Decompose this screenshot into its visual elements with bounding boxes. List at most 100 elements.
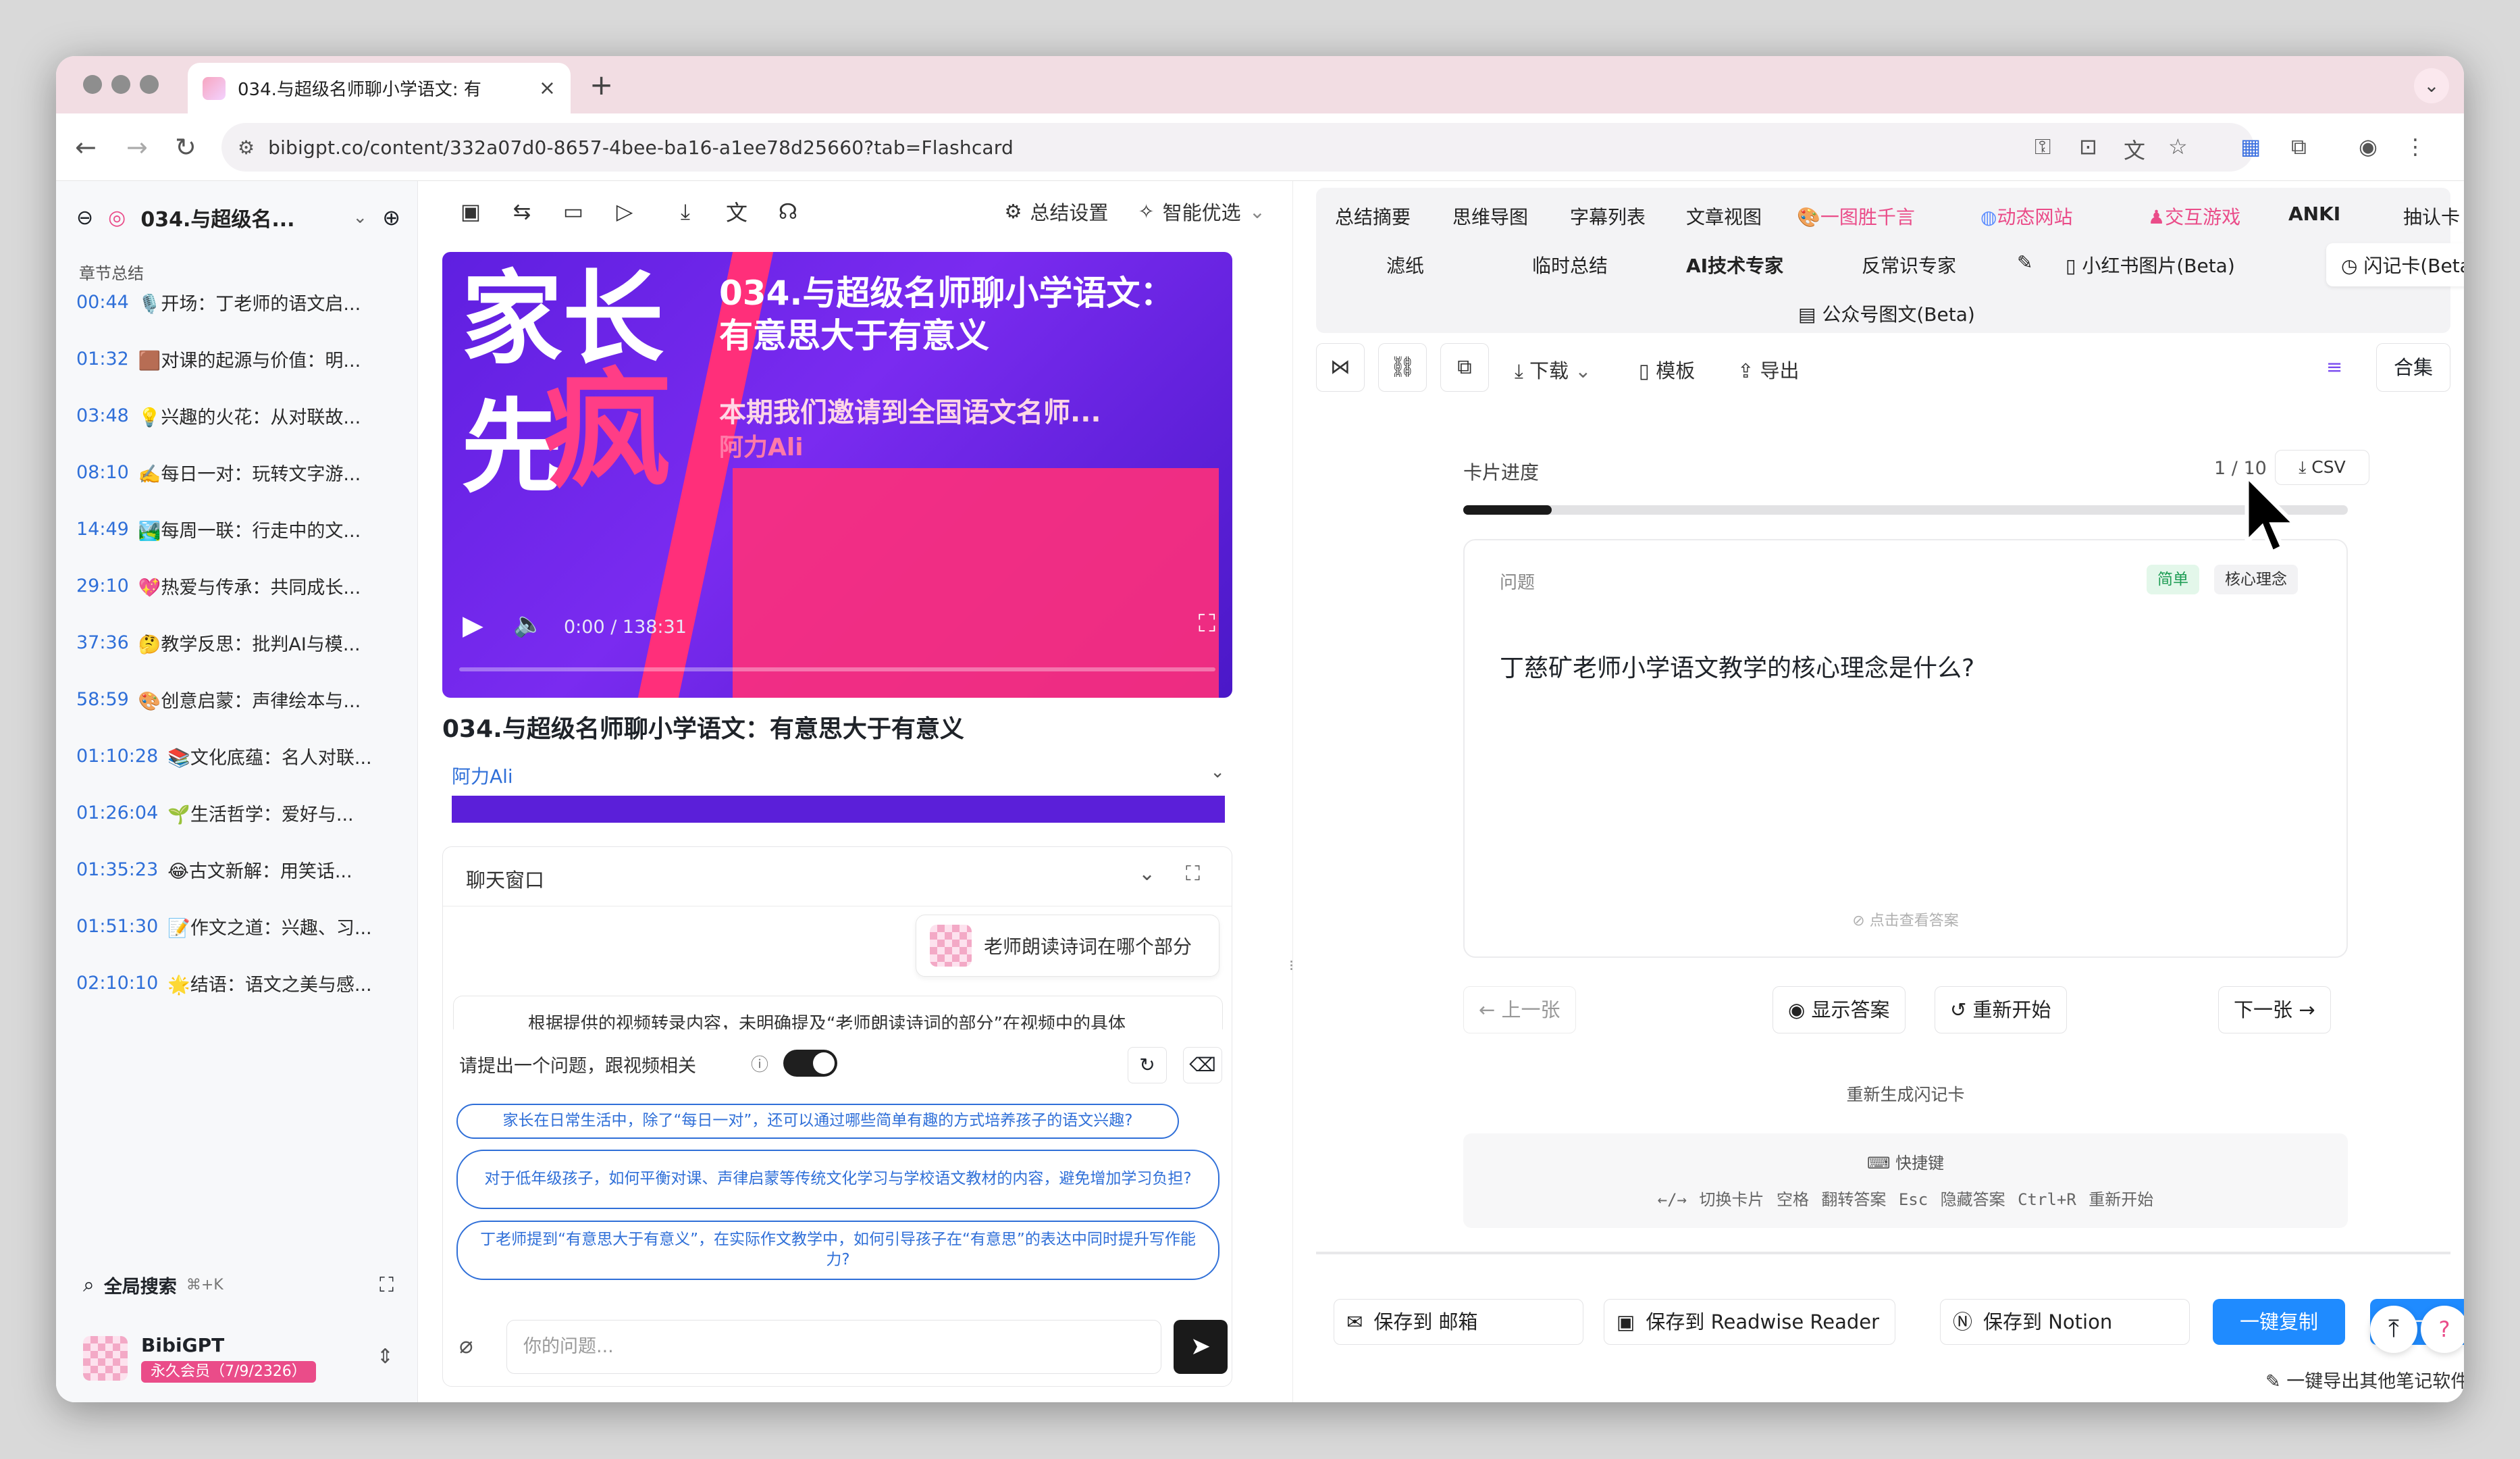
help-icon[interactable]: ? [2421,1306,2464,1353]
info-icon[interactable]: ⓘ [751,1051,768,1076]
window-close-dot[interactable] [83,75,102,94]
chapter-item[interactable]: 02:10:10 🌟结语：语文之美与感... [76,958,407,1007]
copy-icon[interactable]: ⧉ [1440,343,1489,392]
chapter-item[interactable]: 01:10:28 📚文化底蕴：名人对联... [76,732,407,780]
author-link[interactable]: 阿力Ali [452,765,513,788]
fullscreen-icon[interactable]: ⛶ [1186,862,1200,886]
smart-pick-button[interactable]: ✧ 智能优选 ⌄ [1138,197,1265,226]
play-icon[interactable]: ▶ [463,610,483,641]
chevron-down-icon[interactable]: ⌄ [2414,68,2449,103]
chapter-item[interactable]: 01:51:30 📝作文之道：兴趣、习... [76,902,407,950]
export-button[interactable]: ⇪ 导出 [1737,355,1800,384]
tab-filter[interactable]: 滤纸 [1386,251,1424,278]
user-card[interactable]: BibiGPT 永久会员（7/9/2326） ⇕ [83,1333,400,1387]
sidebar-title[interactable]: 034.与超级名... [140,203,338,232]
window-minimize-dot[interactable] [111,75,130,94]
show-answer-button[interactable]: ◉ 显示答案 [1773,986,1906,1033]
fullscreen-icon[interactable]: ⛶ [1199,610,1215,638]
chapter-item[interactable]: 03:48 💡兴趣的火花：从对联故... [76,391,407,440]
chapter-item[interactable]: 37:36 🤔教学反思：批判AI与模... [76,618,407,667]
more-menu-icon[interactable]: ⋮ [2405,134,2426,159]
sidebar-toggle-icon[interactable]: ▣ [445,199,496,224]
tab-infographic[interactable]: 🎨一图胜千言 [1797,203,1915,230]
swap-icon[interactable]: ⇆ [496,199,548,224]
suggestion-chip[interactable]: 对于低年级孩子，如何平衡对课、声律启蒙等传统文化学习与学校语文教材的内容，避免增… [456,1150,1219,1209]
tab-flash-memory[interactable]: ◷ 闪记卡(Beta) [2326,243,2464,286]
refresh-icon[interactable]: ↻ [1128,1047,1167,1083]
tab-article[interactable]: 文章视图 [1686,203,1762,230]
new-tab-icon[interactable]: + [589,68,613,101]
tab-mindmap[interactable]: 思维导图 [1452,203,1528,230]
chapter-item[interactable]: 29:10 💖热爱与传承：共同成长... [76,561,407,610]
add-circle-icon[interactable]: ⊕ [382,205,400,230]
tab-anki[interactable]: ANKI [2288,203,2340,225]
template-button[interactable]: ▯ 模板 [1639,355,1695,384]
profile-icon[interactable]: ◉ [2359,134,2378,159]
restart-button[interactable]: ↺ 重新开始 [1935,986,2067,1033]
window-zoom-dot[interactable] [140,75,159,94]
url-field[interactable]: ⚙ bibigpt.co/content/332a07d0-8657-4bee-… [221,123,2254,172]
eraser-icon[interactable]: ⌫ [1183,1047,1222,1083]
download-button[interactable]: ⤓ 下载 ⌄ [1515,355,1592,384]
fullscreen-icon[interactable]: ⛶ [379,1273,394,1297]
chat-input[interactable]: 你的问题... [506,1320,1161,1374]
outline-icon[interactable]: ≡ [2326,355,2342,378]
reveal-hint[interactable]: ⊘ 点击查看答案 [1465,908,2346,930]
scroll-top-icon[interactable]: ⤒ [2370,1306,2417,1353]
tab-website[interactable]: ◍动态网站 [1980,203,2072,230]
suggestion-chip[interactable]: 家长在日常生活中，除了“每日一对”，还可以通过哪些简单有趣的方式培养孩子的语文兴… [456,1104,1179,1139]
collection-button[interactable]: 合集 [2376,343,2450,392]
tab-temp-summary[interactable]: 临时总结 [1532,251,1608,278]
install-icon[interactable]: ⊡ [2079,134,2097,159]
puzzle-icon[interactable]: ⧉ [2291,134,2307,160]
key-icon[interactable]: ⚿ [2035,134,2051,160]
browser-tab[interactable]: 034.与超级名师聊小学语文: 有 × [188,63,571,113]
chapter-item[interactable]: 08:10 ✍️每日一对：玩转文字游... [76,448,407,496]
send-icon[interactable]: ➤ [1174,1320,1228,1374]
tab-summary[interactable]: 总结摘要 [1335,203,1411,230]
suggestion-chip[interactable]: 丁老师提到“有意思大于有意义”，在实际作文教学中，如何引导孩子在“有意思”的表达… [456,1221,1219,1280]
share-icon[interactable]: ⋈ [1316,343,1365,392]
reload-icon[interactable]: ↻ [175,132,196,162]
tab-flashcards[interactable]: 抽认卡 [2403,203,2460,230]
prev-button[interactable]: ← 上一张 [1463,986,1576,1033]
site-settings-icon[interactable]: ⚙ [238,136,255,159]
video-progress-bar[interactable] [459,667,1215,671]
regenerate-link[interactable]: 重新生成闪记卡 [1316,1081,2464,1106]
export-all-link[interactable]: ✎ 一键导出其他笔记软件 [2265,1366,2464,1393]
chevron-down-icon[interactable]: ⌄ [1138,862,1155,886]
expand-icon[interactable]: ⇕ [377,1345,394,1368]
tab-subtitles[interactable]: 字幕列表 [1570,203,1646,230]
play-circle-icon[interactable]: ▷ [599,199,650,224]
save-email-button[interactable]: ✉ 保存到 邮箱 [1334,1299,1583,1345]
flashcard[interactable]: 问题 简单 核心理念 丁慈矿老师小学语文教学的核心理念是什么? ⊘ 点击查看答案 [1463,539,2348,958]
link-icon[interactable]: ⛓ [1378,343,1427,392]
chapter-item[interactable]: 01:26:04 🌱生活哲学：爱好与... [76,788,407,837]
translate-icon[interactable]: 文 [2124,134,2145,165]
attachment-icon[interactable]: ⌀ [459,1332,473,1359]
chapter-item[interactable]: 01:35:23 😂古文新解：用笑话... [76,845,407,894]
back-circle-icon[interactable]: ⊖ [76,206,93,230]
tab-xiaohongshu[interactable]: ▯ 小红书图片(Beta) [2066,251,2235,278]
save-readwise-button[interactable]: ▣ 保存到 Readwise Reader [1604,1299,1895,1345]
tab-wechat-article[interactable]: ▤ 公众号图文(Beta) [1798,300,1975,327]
magic-wand-icon[interactable]: ✎ [2017,251,2032,274]
global-search[interactable]: ⌕ 全局搜索 ⌘+K ⛶ [83,1272,394,1298]
back-icon[interactable]: ← [75,132,97,162]
tab-contrarian[interactable]: 反常识专家 [1862,251,1956,278]
video-related-toggle[interactable] [783,1050,837,1077]
close-icon[interactable]: × [539,76,556,100]
headphones-icon[interactable]: ☊ [762,199,814,224]
download-icon[interactable]: ⤓ [660,199,711,225]
author-row[interactable]: 阿力Ali ⌄ [452,762,1225,789]
save-notion-button[interactable]: Ⓝ 保存到 Notion [1940,1299,2190,1345]
tab-ai-expert[interactable]: AI技术专家 [1686,251,1783,278]
star-icon[interactable]: ☆ [2168,134,2188,159]
volume-icon[interactable]: 🔈 [513,610,544,638]
copy-all-button[interactable]: 一键复制 [2213,1299,2345,1345]
forward-icon[interactable]: → [126,132,148,162]
translate-icon[interactable]: 文 [711,196,762,227]
chapter-item[interactable]: 58:59 🎨创意启蒙：声律绘本与... [76,675,407,723]
summary-settings-button[interactable]: ⚙ 总结设置 [1004,197,1108,226]
chapter-item[interactable]: 14:49 🏞️每周一联：行走中的文... [76,505,407,553]
